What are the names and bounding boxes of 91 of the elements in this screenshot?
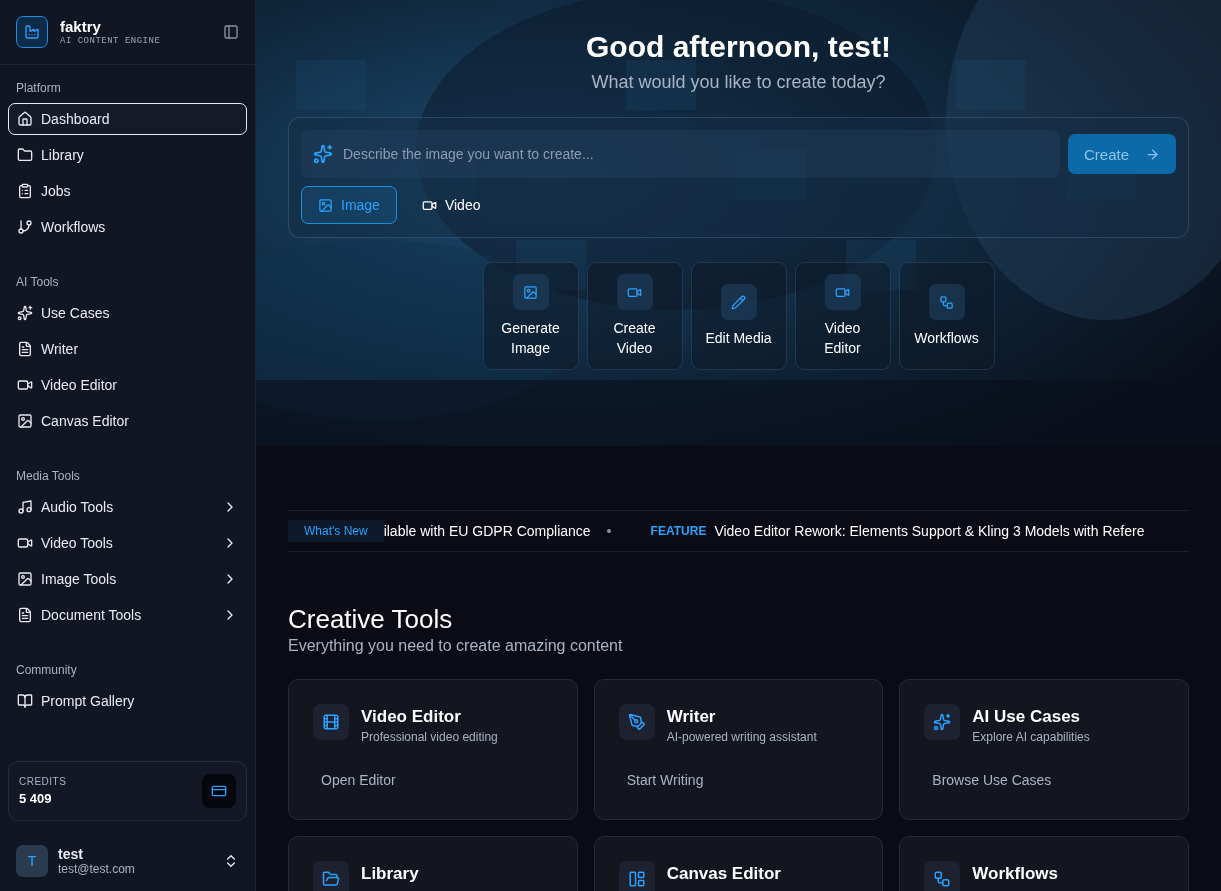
- billing-button[interactable]: [202, 774, 236, 808]
- prompt-input[interactable]: Describe the image you want to create...: [341, 145, 1048, 163]
- logo-icon: [16, 16, 48, 48]
- music-note-icon: [17, 499, 33, 515]
- sparkles-icon: [17, 305, 33, 321]
- section-title: Platform: [15, 80, 62, 97]
- arrow-right-icon: [1145, 146, 1160, 162]
- sidebar-item[interactable]: Canvas Editor: [8, 405, 247, 437]
- sidebar-item[interactable]: Audio Tools: [8, 491, 247, 523]
- document-icon: [17, 607, 33, 623]
- card-description: Explore AI capabilities: [972, 730, 1090, 744]
- sidebar-item[interactable]: Prompt Gallery: [8, 685, 247, 717]
- sparkles-icon: [924, 704, 961, 740]
- news-tag: FEATURE: [650, 524, 707, 538]
- workflow-icon: [928, 284, 965, 320]
- greeting: Good afternoon, test!: [586, 30, 891, 64]
- hero-subtitle: What would you like to create today?: [591, 72, 886, 93]
- card-description: Professional video editing: [361, 730, 498, 744]
- quick-action-button[interactable]: Create Video: [586, 262, 683, 370]
- credits-label: CREDITS: [19, 776, 68, 787]
- tool-card[interactable]: Canvas Editor: [593, 836, 884, 891]
- sidebar-item[interactable]: Video Tools: [8, 527, 247, 559]
- layout-icon: [618, 861, 655, 891]
- tool-card[interactable]: Video Editor Professional video editing Open Editor: [288, 679, 578, 820]
- credits-value: 5 409: [19, 791, 53, 806]
- tool-card[interactable]: Writer AI-powered writing assistant Start Writing: [593, 679, 884, 820]
- pen-icon: [618, 704, 655, 740]
- folder-icon: [17, 147, 33, 163]
- section-title: Community: [15, 662, 78, 679]
- quick-action-button[interactable]: Generate Image: [482, 262, 579, 370]
- sidebar-item[interactable]: Dashboard: [8, 103, 247, 135]
- section-title: AI Tools: [15, 274, 60, 291]
- sparkles-icon: [313, 144, 333, 164]
- sidebar-item[interactable]: Writer: [8, 333, 247, 365]
- folder-icon: [313, 861, 349, 891]
- video-camera-icon: [616, 274, 653, 310]
- user-email: test@test.com: [58, 862, 136, 876]
- card-title: Library: [361, 864, 419, 884]
- card-title: Writer: [666, 707, 717, 727]
- tool-card[interactable]: Workflows: [899, 836, 1189, 891]
- sidebar-item[interactable]: Document Tools: [8, 599, 247, 631]
- document-icon: [17, 341, 33, 357]
- ticker-label: What's New: [288, 520, 384, 542]
- image-icon: [318, 197, 333, 213]
- news-item[interactable]: Video Editor Rework: Elements Support & Kling 3 Models with Refere: [714, 523, 1145, 539]
- quick-action-button[interactable]: Workflows: [898, 262, 995, 370]
- sidebar-item[interactable]: Video Editor: [8, 369, 247, 401]
- card-link[interactable]: Start Writing: [626, 772, 704, 788]
- branch-icon: [17, 219, 33, 235]
- separator-dot: [606, 529, 611, 533]
- video-camera-icon: [824, 274, 861, 310]
- card-link[interactable]: Browse Use Cases: [932, 772, 1052, 788]
- section-title: Media Tools: [15, 468, 81, 485]
- image-icon: [17, 571, 33, 587]
- brand-name: faktry: [60, 18, 102, 35]
- sidebar-toggle-button[interactable]: [223, 24, 239, 40]
- clipboard-icon: [17, 183, 33, 199]
- book-icon: [17, 693, 33, 709]
- card-title: AI Use Cases: [972, 707, 1082, 727]
- house-icon: [17, 111, 33, 127]
- sidebar-item[interactable]: Image Tools: [8, 563, 247, 595]
- user-name: test: [58, 846, 84, 862]
- card-title: Video Editor: [361, 707, 462, 727]
- card-title: Workflows: [972, 864, 1058, 884]
- sidebar-item[interactable]: Jobs: [8, 175, 247, 207]
- video-camera-icon: [17, 377, 33, 393]
- prompt-field[interactable]: Describe the image you want to create...: [301, 130, 1060, 178]
- quick-action-button[interactable]: Edit Media: [690, 262, 787, 370]
- video-camera-icon: [17, 535, 33, 551]
- image-icon: [17, 413, 33, 429]
- card-description: AI-powered writing assistant: [666, 730, 817, 744]
- news-item[interactable]: ilable with EU GDPR Compliance: [383, 523, 591, 539]
- workflow-icon: [924, 861, 961, 891]
- sidebar-item[interactable]: Use Cases: [8, 297, 247, 329]
- image-icon: [512, 274, 549, 310]
- quick-action-button[interactable]: Video Editor: [794, 262, 891, 370]
- sidebar-item[interactable]: Library: [8, 139, 247, 171]
- tool-card[interactable]: Library: [288, 836, 578, 891]
- section-subtitle: Everything you need to create amazing content: [288, 637, 624, 655]
- section-heading: Creative Tools: [288, 604, 454, 635]
- tool-card[interactable]: AI Use Cases Explore AI capabilities Browse Use Cases: [899, 679, 1189, 820]
- mode-tab[interactable]: Image: [301, 186, 397, 224]
- sidebar-item[interactable]: Workflows: [8, 211, 247, 243]
- credit-card-icon: [211, 783, 227, 799]
- pencil-icon: [720, 284, 757, 320]
- user-avatar: T: [16, 845, 48, 877]
- brand-tagline: AI CONTENT ENGINE: [60, 36, 162, 46]
- mode-tab[interactable]: Video: [404, 186, 498, 224]
- card-title: Canvas Editor: [666, 864, 781, 884]
- film-icon: [313, 704, 349, 740]
- card-link[interactable]: Open Editor: [321, 772, 396, 788]
